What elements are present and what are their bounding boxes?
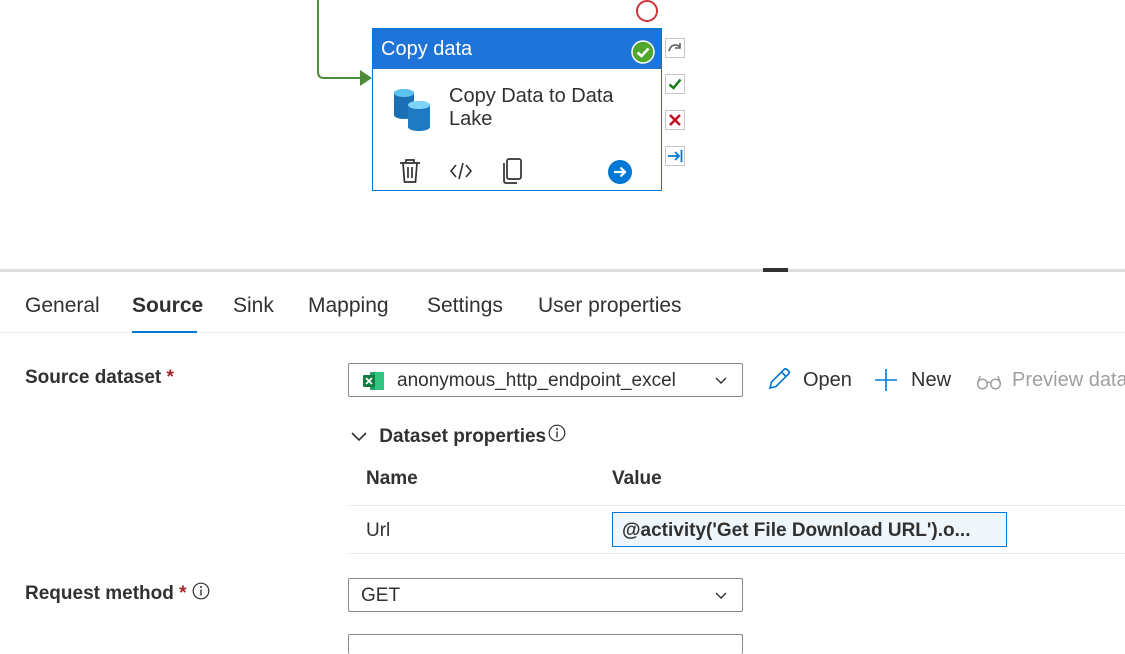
tab-user-properties[interactable]: User properties: [538, 294, 682, 318]
request-method-value: GET: [361, 585, 401, 606]
grid-row-divider: [348, 553, 1125, 554]
activity-actions: [373, 157, 661, 189]
completion-port[interactable]: [665, 146, 685, 166]
splitter-handle[interactable]: [763, 268, 788, 272]
activity-type-label: Copy data: [381, 38, 473, 60]
tab-mapping[interactable]: Mapping: [308, 294, 389, 318]
activity-name-line2: Lake: [449, 108, 493, 130]
chevron-down-icon: [714, 588, 728, 607]
activity-name-line1: Copy Data to Data: [449, 85, 614, 107]
database-icon: [391, 87, 435, 138]
grid-header-value: Value: [612, 468, 662, 489]
request-method-label-text: Request method: [25, 583, 174, 604]
copy-data-activity[interactable]: Copy data Copy Data to Data Lake: [372, 28, 662, 191]
failure-port[interactable]: [665, 110, 685, 130]
plus-icon: [873, 367, 899, 399]
excel-icon: [363, 371, 385, 396]
request-method-label: Request method *: [25, 583, 187, 605]
activity-name: Copy Data to Data Lake: [449, 85, 649, 131]
dataset-properties-label: Dataset properties: [379, 426, 547, 447]
activity-header: Copy data: [373, 29, 661, 69]
grid-header-divider: [348, 505, 1125, 506]
glasses-icon: [976, 372, 1002, 398]
info-icon[interactable]: [192, 582, 210, 605]
next-field-select[interactable]: [348, 634, 743, 654]
source-dataset-label-text: Source dataset: [25, 367, 162, 388]
grid-header-name: Name: [366, 468, 418, 489]
arrow-right-circle-icon[interactable]: [607, 159, 633, 190]
code-icon[interactable]: [449, 159, 473, 188]
chevron-down-icon: [714, 373, 728, 392]
required-marker: *: [166, 367, 174, 388]
tab-settings[interactable]: Settings: [427, 294, 503, 318]
required-marker: *: [179, 583, 187, 604]
tab-general[interactable]: General: [25, 294, 100, 318]
source-dataset-select[interactable]: anonymous_http_endpoint_excel: [348, 363, 743, 397]
chevron-down-icon: [350, 428, 373, 449]
success-port[interactable]: [665, 74, 685, 94]
activity-body: Copy Data to Data Lake: [373, 69, 661, 149]
delete-icon[interactable]: [397, 157, 423, 190]
request-method-select[interactable]: GET: [348, 578, 743, 612]
pencil-icon: [766, 366, 792, 398]
source-dataset-label: Source dataset *: [25, 367, 174, 389]
tab-source[interactable]: Source: [132, 294, 203, 318]
dataset-properties-toggle[interactable]: Dataset properties: [350, 426, 546, 448]
active-tab-indicator: [132, 331, 197, 333]
clone-icon[interactable]: [499, 157, 525, 190]
open-label: Open: [803, 369, 852, 391]
property-name-cell: Url: [366, 520, 391, 541]
info-icon[interactable]: [548, 424, 566, 447]
source-dataset-value: anonymous_http_endpoint_excel: [397, 370, 676, 391]
panel-splitter[interactable]: [0, 269, 1125, 272]
new-label: New: [911, 369, 952, 391]
tab-sink[interactable]: Sink: [233, 294, 274, 318]
dependency-connector: [317, 0, 372, 86]
skip-port[interactable]: [665, 38, 685, 58]
preview-data-label: Preview data: [1012, 369, 1125, 391]
upstream-failure-port[interactable]: [635, 0, 661, 24]
url-expression-input[interactable]: @activity('Get File Download URL').o...: [612, 512, 1007, 547]
